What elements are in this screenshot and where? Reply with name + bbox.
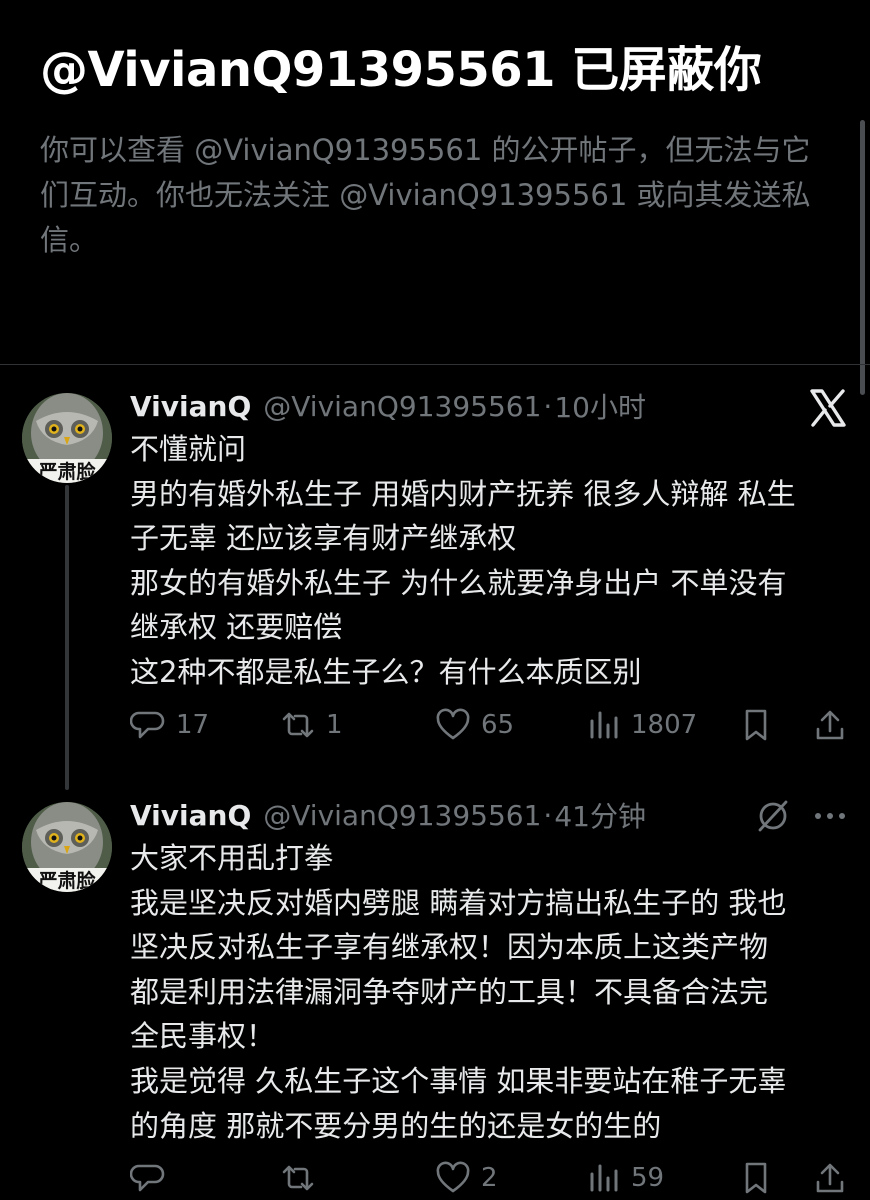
like-button[interactable]: 2: [435, 1156, 498, 1200]
bookmark-icon: [745, 1162, 767, 1194]
tweet-text-line: 我是觉得 久私生子这个事情 如果非要站在稚子无辜: [130, 1063, 787, 1098]
reply-icon: [130, 1164, 165, 1192]
like-button[interactable]: 65: [435, 703, 514, 747]
views-button[interactable]: 1807: [585, 703, 697, 747]
view-count: 1807: [631, 710, 698, 740]
view-count: 59: [631, 1163, 665, 1193]
views-icon: [590, 711, 618, 739]
retweet-icon: [282, 712, 314, 738]
more-options-icon[interactable]: [812, 800, 848, 832]
divider: [0, 364, 870, 365]
bookmark-button[interactable]: [738, 1156, 774, 1200]
tweet-text-line: 大家不用乱打拳: [130, 841, 334, 875]
like-count: 2: [481, 1163, 498, 1193]
tweet-actions: 2 59: [130, 1156, 850, 1200]
heart-icon: [436, 708, 470, 740]
blocked-description-line: 信。: [40, 223, 99, 257]
reply-icon: [130, 711, 165, 739]
views-icon: [590, 1164, 618, 1192]
blocked-description-line: 们互动。你也无法关注 @VivianQ91395561 或向其发送私: [40, 178, 811, 212]
retweet-button[interactable]: 1: [280, 703, 343, 747]
tweet-text: 大家不用乱打拳 我是坚决反对婚内劈腿 瞒着对方搞出私生子的 我也 坚决反对私生子…: [130, 836, 850, 1148]
blocked-description-line: 你可以查看 @VivianQ91395561 的公开帖子，但无法与它: [40, 133, 811, 167]
tweet-text-line: 不懂就问: [130, 432, 247, 466]
tweet-text-line: 的角度 那就不要分男的生的还是女的生的: [130, 1108, 662, 1143]
tweet-text-line: 子无辜 还应该享有财产继承权: [130, 521, 517, 556]
reply-button[interactable]: [130, 1156, 176, 1200]
blocked-banner: @VivianQ91395561 已屏蔽你 你可以查看 @VivianQ9139…: [0, 0, 870, 365]
tweet-text-line: 这2种不都是私生子么？有什么本质区别: [130, 654, 642, 689]
tweet-text-line: 那女的有婚外私生子 为什么就要净身出户 不单没有: [130, 565, 787, 600]
author-name[interactable]: VivianQ: [130, 390, 251, 423]
separator-dot: ·: [543, 798, 553, 832]
grok-icon[interactable]: [755, 798, 791, 834]
reply-count: 17: [176, 710, 210, 740]
reply-button[interactable]: 17: [130, 703, 209, 747]
bookmark-icon: [745, 709, 767, 741]
tweet-actions: 17 1 65 1807: [130, 703, 850, 747]
views-button[interactable]: 59: [585, 1156, 664, 1200]
share-button[interactable]: [812, 1156, 848, 1200]
share-icon: [816, 1163, 844, 1193]
owl-avatar-image: 严肃脸: [22, 802, 112, 892]
tweet-text-line: 我是坚决反对婚内劈腿 瞒着对方搞出私生子的 我也: [130, 885, 787, 920]
avatar[interactable]: 严肃脸: [22, 802, 112, 892]
tweet-text-line: 继承权 还要赔偿: [130, 610, 343, 645]
blocked-description: 你可以查看 @VivianQ91395561 的公开帖子，但无法与它 们互动。你…: [40, 128, 840, 263]
x-logo-icon: [808, 388, 848, 428]
share-button[interactable]: [812, 703, 848, 747]
heart-icon: [436, 1161, 470, 1193]
tweet-time[interactable]: 10小时: [554, 386, 646, 426]
tweet-time[interactable]: 41分钟: [554, 795, 646, 835]
tweet-text-line: 都是利用法律漏洞争夺财产的工具！不具备合法完: [130, 974, 769, 1009]
separator-dot: ·: [543, 389, 553, 423]
scrollbar[interactable]: [860, 120, 865, 395]
author-handle[interactable]: @VivianQ91395561: [263, 799, 541, 832]
author-handle[interactable]: @VivianQ91395561: [263, 390, 541, 423]
tweet-header: VivianQ @VivianQ91395561 · 41分钟: [130, 795, 646, 835]
like-count: 65: [481, 710, 515, 740]
owl-avatar-image: 严肃脸: [22, 393, 112, 483]
retweet-button[interactable]: [280, 1156, 326, 1200]
bookmark-button[interactable]: [738, 703, 774, 747]
blocked-title: @VivianQ91395561 已屏蔽你: [40, 42, 762, 98]
avatar-text: 严肃脸: [38, 869, 96, 892]
retweet-count: 1: [326, 710, 343, 740]
avatar-text: 严肃脸: [38, 460, 96, 483]
share-icon: [816, 710, 844, 740]
tweet-text: 不懂就问 男的有婚外私生子 用婚内财产抚养 很多人辩解 私生 子无辜 还应该享有…: [130, 427, 850, 695]
tweet-text-line: 坚决反对私生子享有继承权！因为本质上这类产物: [130, 930, 769, 965]
tweet-text-line: 男的有婚外私生子 用婚内财产抚养 很多人辩解 私生: [130, 476, 796, 511]
author-name[interactable]: VivianQ: [130, 799, 251, 832]
tweet-text-line: 全民事权！: [130, 1019, 276, 1054]
avatar[interactable]: 严肃脸: [22, 393, 112, 483]
thread-line: [65, 485, 69, 790]
retweet-icon: [282, 1165, 314, 1191]
tweet-header: VivianQ @VivianQ91395561 · 10小时: [130, 386, 646, 426]
